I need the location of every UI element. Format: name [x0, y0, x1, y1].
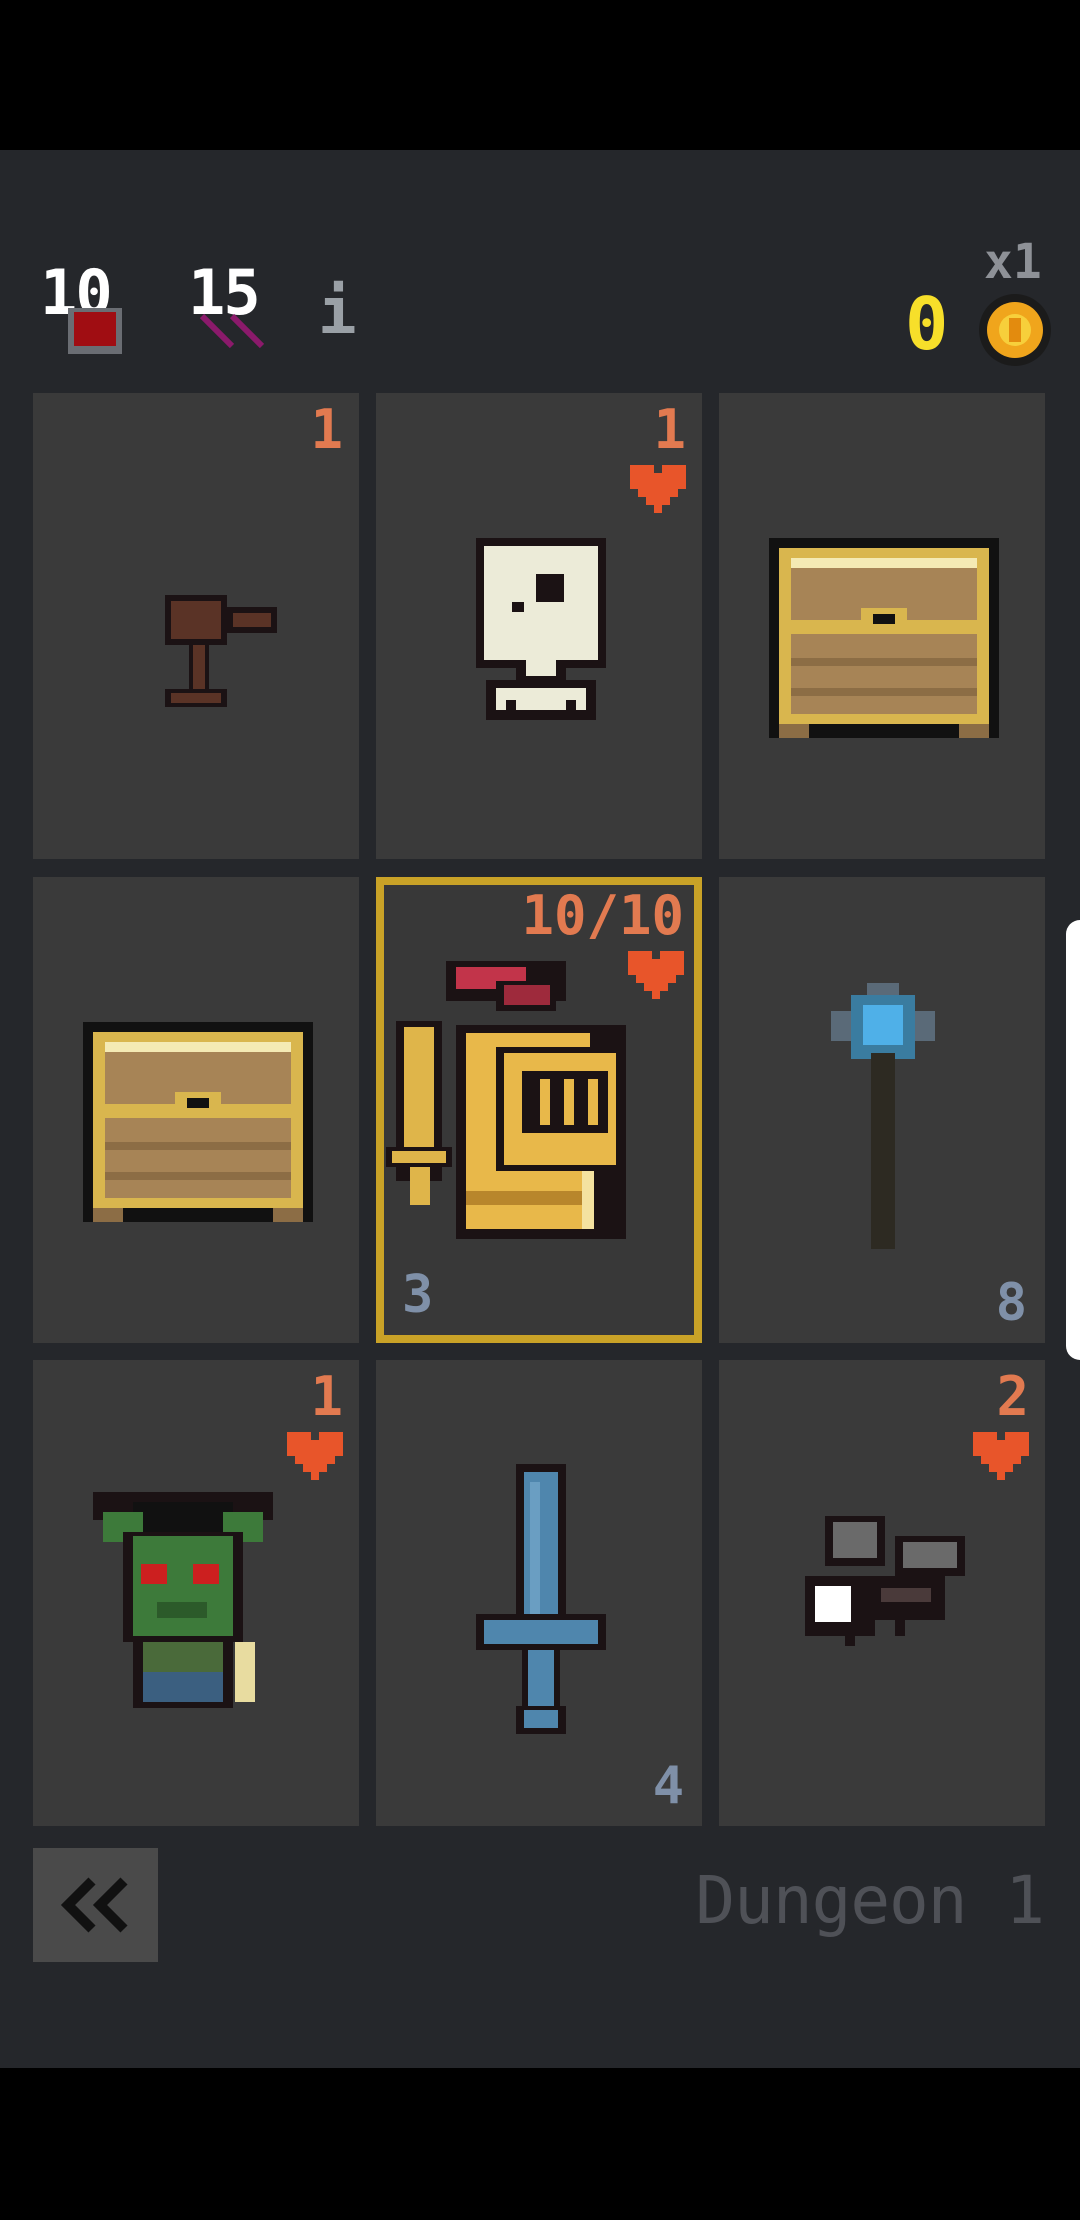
- double-chevron-left-icon: [60, 1877, 128, 1933]
- gold-coin-icon: [979, 294, 1051, 366]
- hammer-icon: [165, 595, 277, 707]
- treasure-chest-icon: [83, 1022, 313, 1222]
- tile-sword[interactable]: 4: [376, 1360, 702, 1826]
- tile-staff[interactable]: 8: [719, 877, 1045, 1343]
- level-name: Dungeon 1: [695, 1862, 1045, 1939]
- tile-value: 1: [310, 398, 343, 461]
- back-button[interactable]: [33, 1848, 158, 1962]
- tile-skeleton[interactable]: 1: [376, 393, 702, 859]
- health-potion-icon: [68, 308, 122, 354]
- staff-charges-value: 8: [995, 1273, 1027, 1333]
- sword-icon: [476, 1464, 606, 1734]
- heart-icon: [287, 1432, 343, 1480]
- hero-armor-value: 3: [402, 1265, 434, 1325]
- tile-chest[interactable]: [33, 877, 359, 1343]
- edge-panel-handle[interactable]: [1066, 920, 1080, 1360]
- tile-goblin[interactable]: 1: [33, 1360, 359, 1826]
- tile-value: 1: [310, 1365, 343, 1428]
- tile-hammer[interactable]: 1: [33, 393, 359, 859]
- heart-icon: [973, 1432, 1029, 1480]
- hero-health-value: 10/10: [521, 884, 684, 947]
- fly-icon: [805, 1516, 965, 1646]
- tile-chest[interactable]: [719, 393, 1045, 859]
- tile-fly[interactable]: 2: [719, 1360, 1045, 1826]
- staff-icon: [831, 983, 935, 1249]
- gold-count: 0: [905, 282, 949, 366]
- treasure-chest-icon: [769, 538, 999, 738]
- heart-icon: [630, 465, 686, 513]
- knight-icon: [386, 961, 626, 1239]
- sword-damage-value: 4: [652, 1756, 684, 1816]
- info-button[interactable]: i: [318, 280, 357, 344]
- gold-multiplier: x1: [984, 234, 1042, 290]
- tile-value: 1: [653, 398, 686, 461]
- skeleton-icon: [476, 538, 606, 720]
- goblin-icon: [93, 1492, 273, 1708]
- attack-claw-icon: [199, 313, 265, 349]
- tile-knight-hero[interactable]: 10/10 3: [376, 877, 702, 1343]
- tile-value: 2: [996, 1365, 1029, 1428]
